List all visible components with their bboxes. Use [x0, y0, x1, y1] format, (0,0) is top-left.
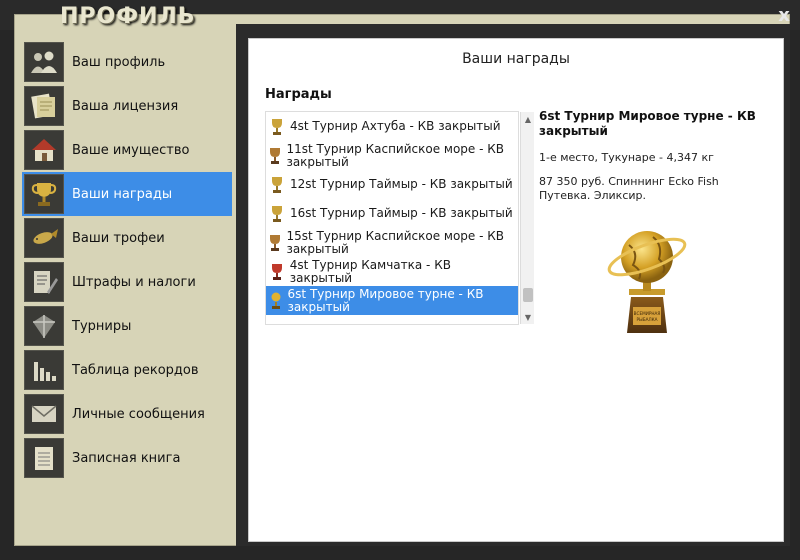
- awards-list[interactable]: 4st Турнир Ахтуба - КВ закрытый 11st Тур…: [265, 111, 534, 325]
- license-icon: [24, 86, 64, 126]
- sidebar-item-fines[interactable]: Штрафы и налоги: [22, 260, 232, 304]
- page-title: Ваши награды: [462, 51, 570, 67]
- trophy-plaque-text: ВСЕМИРНАЯ: [634, 311, 661, 316]
- sidebar-item-trophies[interactable]: Ваши трофеи: [22, 216, 232, 260]
- sidebar-item-label: Ваши награды: [72, 186, 173, 202]
- trophy-icon: [24, 174, 64, 214]
- award-label: 15st Турнир Каспийское море - КВ закрыты…: [286, 228, 505, 256]
- award-detail-prize: 87 350 руб. Спиннинг Ecko Fish Путевка. …: [539, 175, 719, 202]
- sidebar-item-label: Таблица рекордов: [72, 362, 199, 378]
- tax-icon: [24, 262, 64, 302]
- trophy-icon: [268, 147, 282, 165]
- list-item[interactable]: 6st Турнир Мировое турне - КВ закрытый: [266, 286, 518, 315]
- trophy-icon: [268, 118, 286, 136]
- chart-icon: [24, 350, 64, 390]
- notebook-icon: [24, 438, 64, 478]
- trophy-icon: [268, 292, 284, 310]
- list-item[interactable]: 4st Турнир Камчатка - КВ закрытый: [266, 257, 518, 286]
- users-icon: [24, 42, 64, 82]
- scroll-up-icon[interactable]: ▲: [521, 112, 535, 126]
- sidebar-item-tournaments[interactable]: Турниры: [22, 304, 232, 348]
- tournament-icon: [24, 306, 64, 346]
- list-item[interactable]: 4st Турнир Ахтуба - КВ закрытый: [266, 112, 518, 141]
- sidebar-item-label: Записная книга: [72, 450, 181, 466]
- sidebar-item-label: Ваше имущество: [72, 142, 190, 158]
- sidebar-item-label: Турниры: [72, 318, 132, 334]
- list-item[interactable]: 15st Турнир Каспийское море - КВ закрыты…: [266, 228, 518, 257]
- sidebar-item-property[interactable]: Ваше имущество: [22, 128, 232, 172]
- sidebar-item-label: Ваш профиль: [72, 54, 166, 70]
- sidebar-item-license[interactable]: Ваша лицензия: [22, 84, 232, 128]
- award-label: 4st Турнир Ахтуба - КВ закрытый: [290, 119, 501, 133]
- awards-panel: Ваши награды Награды 4st Турнир Ахтуба -…: [248, 38, 784, 542]
- trophy-icon: [268, 234, 282, 252]
- window-logo: ПРОФИЛЬ: [60, 4, 196, 29]
- sidebar-item-label: Ваша лицензия: [72, 98, 179, 114]
- sidebar: Ваш профиль Ваша лицензия Ваше имущество…: [22, 40, 232, 480]
- award-detail-title: 6st Турнир Мировое турне - КВ закрытый: [539, 109, 756, 138]
- list-item[interactable]: 16st Турнир Таймыр - КВ закрытый: [266, 199, 518, 228]
- section-label: Награды: [265, 87, 332, 102]
- award-detail-place: 1-е место, Тукунаре - 4,347 кг: [539, 151, 714, 164]
- sidebar-item-awards[interactable]: Ваши награды: [22, 172, 232, 216]
- sidebar-item-profile[interactable]: Ваш профиль: [22, 40, 232, 84]
- close-button[interactable]: x: [776, 7, 792, 25]
- award-label: 12st Турнир Таймыр - КВ закрытый: [290, 177, 513, 191]
- list-scrollbar[interactable]: ▲ ▼: [520, 112, 534, 324]
- sidebar-item-label: Личные сообщения: [72, 406, 205, 422]
- trophy-icon: [268, 176, 286, 194]
- house-icon: [24, 130, 64, 170]
- trophy-plaque-text: РЫБАЛКА: [637, 317, 658, 322]
- fish-icon: [24, 218, 64, 258]
- list-item[interactable]: 12st Турнир Таймыр - КВ закрытый: [266, 170, 518, 199]
- sidebar-item-messages[interactable]: Личные сообщения: [22, 392, 232, 436]
- sidebar-item-notebook[interactable]: Записная книга: [22, 436, 232, 480]
- award-label: 4st Турнир Камчатка - КВ закрытый: [289, 257, 451, 285]
- award-detail: 6st Турнир Мировое турне - КВ закрытый 1…: [539, 109, 769, 203]
- award-label: 16st Турнир Таймыр - КВ закрытый: [290, 206, 513, 220]
- list-item[interactable]: 11st Турнир Каспийское море - КВ закрыты…: [266, 141, 518, 170]
- globe-trophy-image: ВСЕМИРНАЯ РЫБАЛКА: [599, 223, 695, 343]
- trophy-icon: [268, 263, 286, 281]
- scroll-thumb[interactable]: [523, 288, 533, 302]
- sidebar-item-records[interactable]: Таблица рекордов: [22, 348, 232, 392]
- trophy-icon: [268, 205, 286, 223]
- sidebar-item-label: Ваши трофеи: [72, 230, 165, 246]
- award-label: 11st Турнир Каспийское море - КВ закрыты…: [286, 141, 505, 169]
- award-label: 6st Турнир Мировое турне - КВ закрытый: [287, 286, 484, 314]
- sidebar-item-label: Штрафы и налоги: [72, 274, 196, 290]
- mail-icon: [24, 394, 64, 434]
- scroll-down-icon[interactable]: ▼: [521, 310, 535, 324]
